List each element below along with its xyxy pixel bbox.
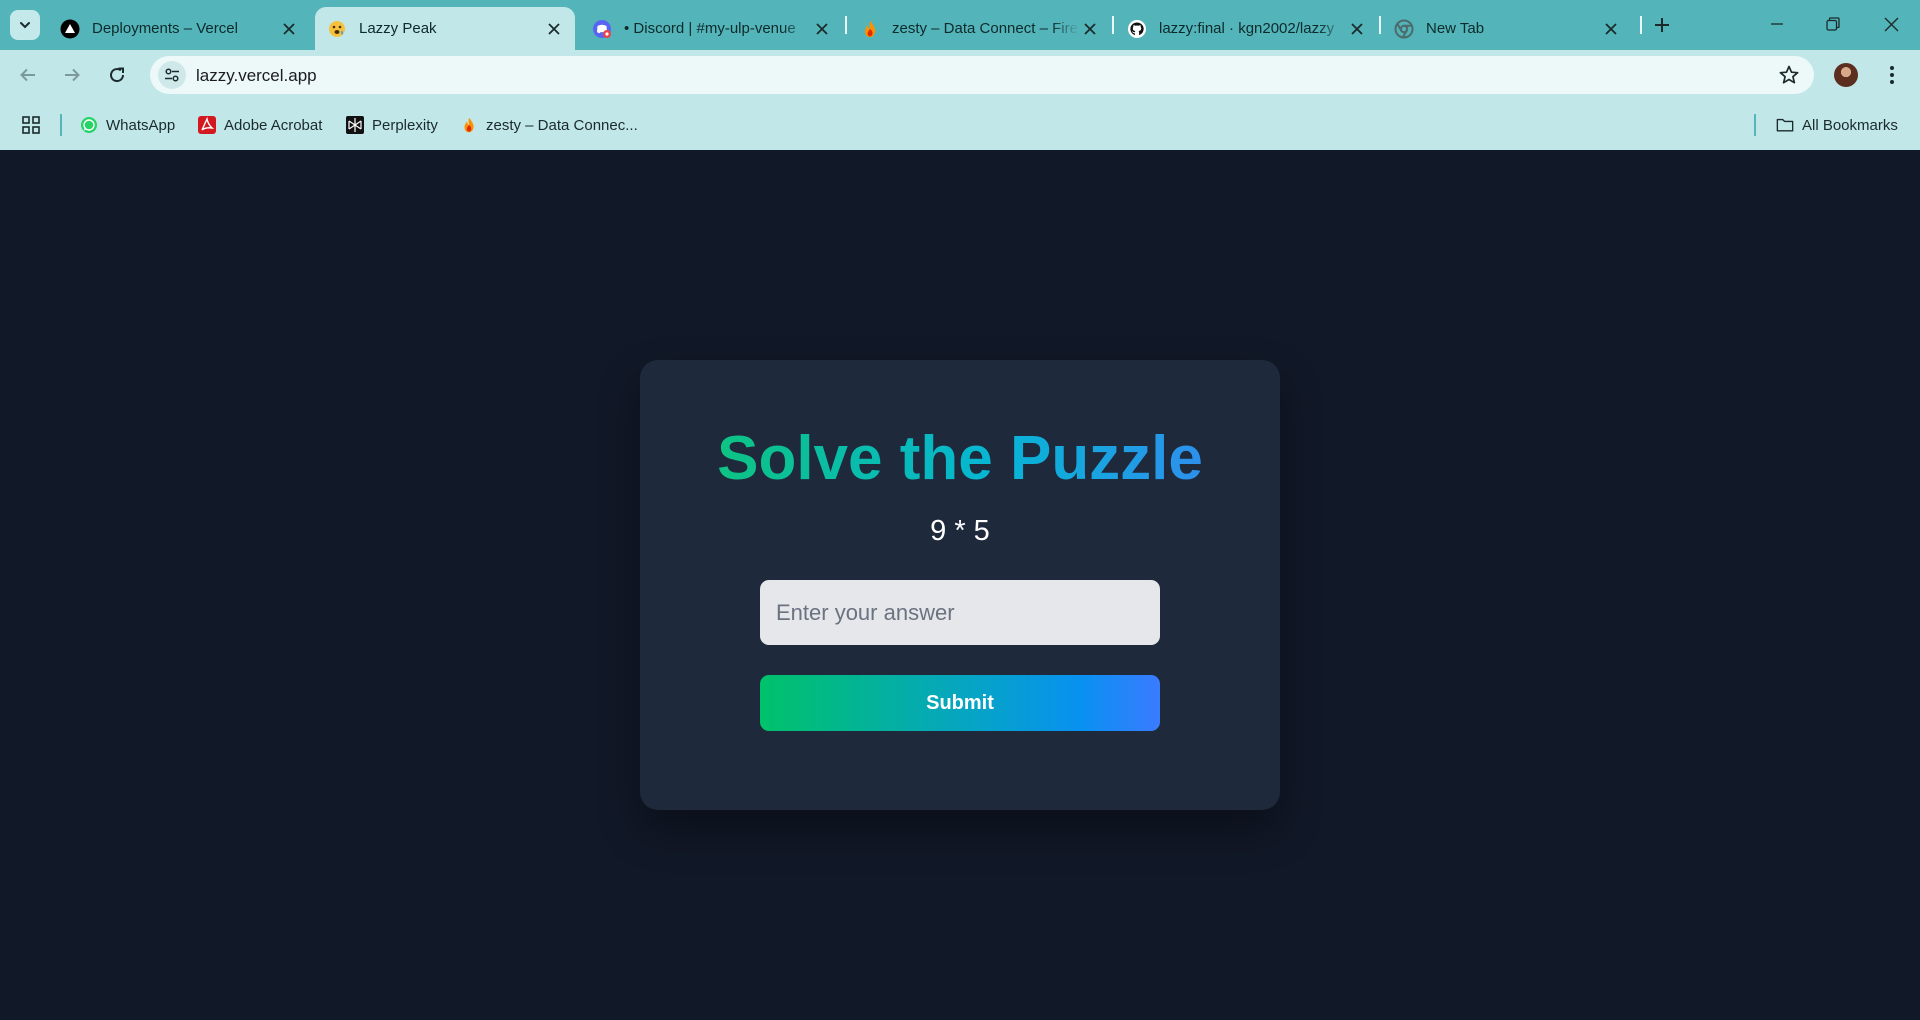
discord-icon bbox=[592, 19, 612, 39]
more-vertical-icon bbox=[1890, 66, 1894, 84]
tune-icon bbox=[165, 68, 179, 82]
tab-separator bbox=[1112, 16, 1114, 34]
address-bar[interactable]: lazzy.vercel.app bbox=[150, 56, 1814, 94]
restore-icon bbox=[1826, 17, 1840, 31]
bookmarks-separator bbox=[60, 114, 62, 136]
tab-new-tab[interactable]: New Tab bbox=[1382, 7, 1632, 50]
bookmark-label: Adobe Acrobat bbox=[224, 116, 323, 134]
back-button[interactable] bbox=[12, 59, 44, 91]
close-icon[interactable] bbox=[543, 18, 565, 40]
bookmark-label: WhatsApp bbox=[106, 116, 176, 134]
firebase-icon bbox=[860, 19, 880, 39]
tab-title: Lazzy Peak bbox=[359, 20, 437, 37]
plus-icon bbox=[1655, 18, 1669, 32]
browser-toolbar: lazzy.vercel.app bbox=[0, 50, 1920, 100]
forward-button[interactable] bbox=[56, 59, 88, 91]
chevron-down-icon bbox=[20, 22, 30, 29]
page-viewport: Solve the Puzzle 9 * 5 Submit bbox=[0, 150, 1920, 1020]
bookmarks-bar: WhatsApp Adobe Acrobat Perplexity zesty … bbox=[0, 100, 1920, 150]
tab-title: lazzy:final · kgn2002/lazzy bbox=[1159, 20, 1335, 37]
close-icon[interactable] bbox=[811, 18, 833, 40]
minimize-button[interactable] bbox=[1750, 0, 1804, 48]
emoji-face-icon bbox=[327, 19, 347, 39]
tab-deployments-vercel[interactable]: Deployments – Vercel bbox=[48, 7, 310, 50]
github-icon bbox=[1127, 19, 1147, 39]
all-bookmarks-button[interactable]: All Bookmarks bbox=[1776, 114, 1898, 136]
url-text[interactable]: lazzy.vercel.app bbox=[196, 66, 317, 86]
site-info-button[interactable] bbox=[158, 61, 186, 89]
page-title: Solve the Puzzle bbox=[640, 422, 1280, 496]
bookmark-perplexity[interactable]: Perplexity bbox=[346, 114, 438, 136]
tab-search-button[interactable] bbox=[10, 10, 40, 40]
tab-title: Deployments – Vercel bbox=[92, 20, 238, 37]
close-icon bbox=[1884, 17, 1898, 31]
tab-separator bbox=[1379, 16, 1381, 34]
close-window-button[interactable] bbox=[1864, 0, 1918, 48]
bookmark-label: Perplexity bbox=[372, 116, 438, 134]
tab-title: • Discord | #my-ulp-venue bbox=[624, 20, 796, 37]
apps-button[interactable] bbox=[22, 114, 40, 136]
bookmark-star-icon[interactable] bbox=[1778, 64, 1800, 86]
reload-icon bbox=[110, 67, 125, 83]
new-tab-button[interactable] bbox=[1649, 12, 1675, 38]
firebase-icon bbox=[460, 116, 478, 134]
puzzle-card: Solve the Puzzle 9 * 5 Submit bbox=[640, 360, 1280, 810]
tab-zesty-data-connect[interactable]: zesty – Data Connect – Fire bbox=[848, 7, 1111, 50]
close-icon[interactable] bbox=[278, 18, 300, 40]
restore-button[interactable] bbox=[1806, 0, 1860, 48]
acrobat-icon bbox=[198, 116, 216, 134]
tab-title: New Tab bbox=[1426, 20, 1485, 37]
puzzle-question: 9 * 5 bbox=[930, 515, 990, 547]
bookmark-zesty-data-connect[interactable]: zesty – Data Connec... bbox=[460, 114, 638, 136]
tab-strip: Deployments – Vercel Lazzy Peak • Discor… bbox=[0, 0, 1920, 50]
tab-title: zesty – Data Connect – Fire bbox=[892, 20, 1078, 37]
bookmark-whatsapp[interactable]: WhatsApp bbox=[80, 114, 175, 136]
close-icon[interactable] bbox=[1346, 18, 1368, 40]
tab-separator bbox=[1640, 16, 1642, 34]
all-bookmarks-label: All Bookmarks bbox=[1802, 116, 1898, 134]
close-icon[interactable] bbox=[1600, 18, 1622, 40]
answer-input[interactable] bbox=[760, 580, 1160, 645]
vercel-icon bbox=[60, 19, 80, 39]
minimize-icon bbox=[1771, 23, 1783, 25]
profile-avatar[interactable] bbox=[1834, 63, 1858, 87]
chrome-icon bbox=[1394, 19, 1414, 39]
bookmark-label: zesty – Data Connec... bbox=[486, 116, 638, 134]
close-icon[interactable] bbox=[1079, 18, 1101, 40]
arrow-left-icon bbox=[20, 68, 35, 82]
tab-separator bbox=[845, 16, 847, 34]
bookmarks-separator bbox=[1754, 114, 1756, 136]
arrow-right-icon bbox=[65, 68, 80, 82]
bookmark-adobe-acrobat[interactable]: Adobe Acrobat bbox=[198, 114, 322, 136]
folder-icon bbox=[1776, 116, 1794, 134]
submit-button[interactable]: Submit bbox=[760, 675, 1160, 731]
browser-menu-button[interactable] bbox=[1880, 63, 1904, 87]
apps-grid-icon bbox=[22, 116, 40, 134]
tab-lazzy-peak[interactable]: Lazzy Peak bbox=[315, 7, 575, 50]
whatsapp-icon bbox=[80, 116, 98, 134]
reload-button[interactable] bbox=[101, 59, 133, 91]
tab-github-lazzy[interactable]: lazzy:final · kgn2002/lazzy bbox=[1115, 7, 1378, 50]
tab-discord[interactable]: • Discord | #my-ulp-venue bbox=[580, 7, 843, 50]
perplexity-icon bbox=[346, 116, 364, 134]
